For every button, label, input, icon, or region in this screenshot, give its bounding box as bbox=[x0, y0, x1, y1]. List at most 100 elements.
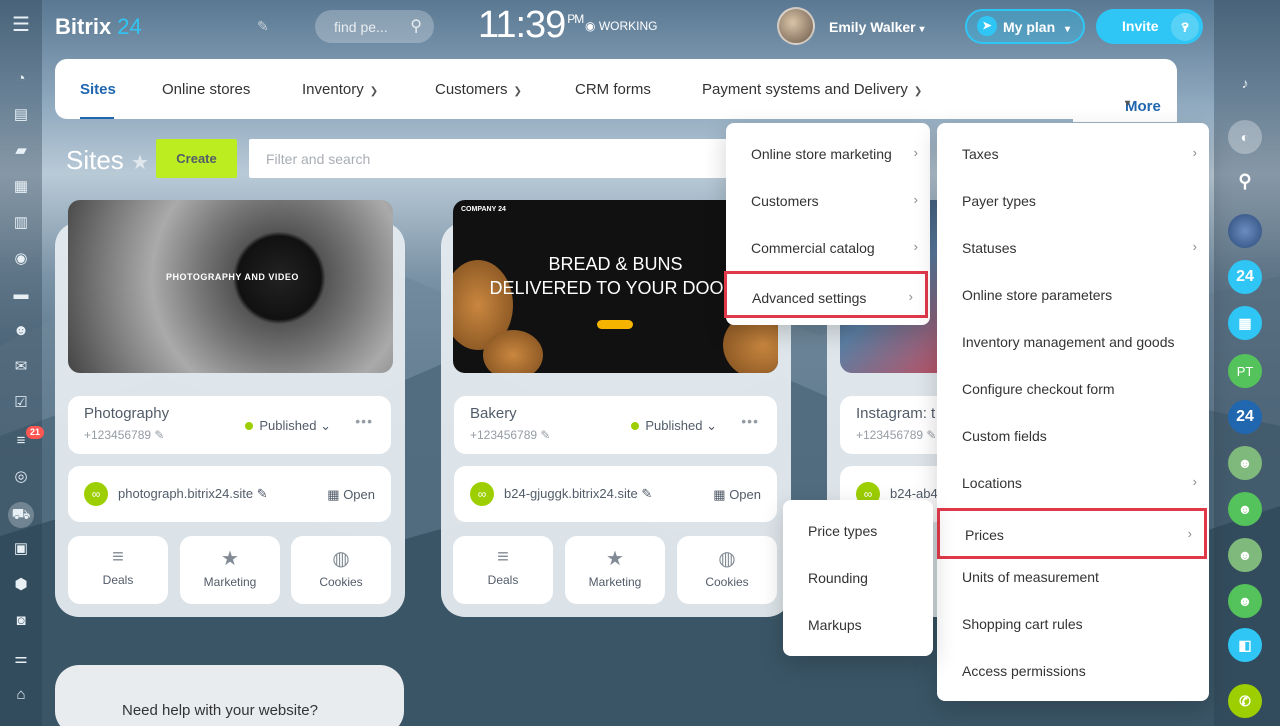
menu-item-rounding[interactable]: Rounding bbox=[783, 554, 933, 601]
menu-item-advanced-settings[interactable]: Advanced settings › bbox=[724, 271, 928, 318]
star-icon: ★ bbox=[606, 548, 624, 570]
prices-submenu: Price types Rounding Markups bbox=[783, 500, 933, 656]
menu-item-configure-checkout[interactable]: Configure checkout form bbox=[937, 365, 1209, 412]
menu-item-inventory-management[interactable]: Inventory management and goods bbox=[937, 318, 1209, 365]
tab-sites[interactable]: Sites bbox=[80, 81, 116, 98]
site-phone[interactable]: +123456789 ✎ bbox=[84, 428, 164, 442]
feed-icon[interactable]: ◔ bbox=[11, 68, 31, 88]
site-url-panel: ∞ photograph.bitrix24.site ✎ ▦ Open bbox=[68, 466, 391, 522]
chat-icon[interactable]: ▰ bbox=[11, 140, 31, 160]
menu-item-prices[interactable]: Prices › bbox=[937, 508, 1207, 559]
logo[interactable]: Bitrix 24 bbox=[55, 14, 142, 40]
menu-item-commercial-catalog[interactable]: Commercial catalog › bbox=[726, 224, 930, 271]
status-dropdown[interactable]: Published ⌄ bbox=[245, 418, 331, 434]
open-site-button[interactable]: ▦ Open bbox=[327, 487, 375, 503]
cookies-tile[interactable]: ◍ Cookies bbox=[677, 536, 777, 604]
deals-tile[interactable]: ≡ Deals bbox=[453, 536, 553, 604]
more-actions-icon[interactable]: ••• bbox=[355, 413, 373, 429]
open-lines-icon[interactable]: ◧ bbox=[1228, 628, 1262, 662]
calendar-icon[interactable]: ▦ bbox=[1228, 306, 1262, 340]
marketing-tile[interactable]: ★ Marketing bbox=[180, 536, 280, 604]
help-card[interactable]: Need help with your website? bbox=[55, 665, 404, 726]
bitrix24-chat-icon[interactable]: 24 bbox=[1228, 400, 1262, 434]
tab-crm-forms[interactable]: CRM forms bbox=[575, 81, 651, 98]
site-thumbnail[interactable]: PHOTOGRAPHY AND VIDEO bbox=[68, 200, 393, 373]
status-dropdown[interactable]: Published ⌄ bbox=[631, 418, 717, 434]
cart-icon[interactable]: ⛟ bbox=[8, 502, 34, 528]
menu-item-custom-fields[interactable]: Custom fields bbox=[937, 412, 1209, 459]
rocket-icon: ➤ bbox=[977, 16, 997, 36]
contacts-icon[interactable]: ☻ bbox=[11, 320, 31, 340]
search-icon[interactable]: ⚲ bbox=[1228, 164, 1262, 198]
bank-icon[interactable]: ⌂ bbox=[11, 684, 31, 704]
menu-item-price-types[interactable]: Price types bbox=[783, 507, 933, 554]
site-name: Instagram: t bbox=[856, 405, 936, 422]
menu-item-markups[interactable]: Markups bbox=[783, 601, 933, 648]
funnel-icon: ≡ bbox=[497, 546, 509, 568]
bitrix24-icon[interactable]: 24 bbox=[1228, 260, 1262, 294]
menu-item-online-store-marketing[interactable]: Online store marketing › bbox=[726, 130, 930, 177]
menu-item-online-store-parameters[interactable]: Online store parameters bbox=[937, 271, 1209, 318]
search-input[interactable]: find pe... ⚲ bbox=[315, 10, 434, 43]
group-chat-icon[interactable]: ☻ bbox=[1228, 584, 1262, 618]
target-icon[interactable]: ◎ bbox=[11, 466, 31, 486]
bot-icon[interactable]: ◉ bbox=[11, 248, 31, 268]
group-chat-icon[interactable]: ☻ bbox=[1228, 538, 1262, 572]
tab-online-stores[interactable]: Online stores bbox=[162, 81, 250, 98]
tab-customers[interactable]: Customers ❯ bbox=[435, 81, 522, 98]
menu-item-customers[interactable]: Customers › bbox=[726, 177, 930, 224]
chat-bubble-icon[interactable]: ◐ bbox=[1228, 120, 1262, 154]
box-icon[interactable]: ⬢ bbox=[11, 574, 31, 594]
mail-icon[interactable]: ✉ bbox=[11, 356, 31, 376]
working-status[interactable]: ◉ WORKING bbox=[585, 19, 657, 33]
bell-icon[interactable]: ♪ bbox=[1228, 66, 1262, 100]
link-icon: ∞ bbox=[84, 482, 108, 506]
open-site-button[interactable]: ▦ Open bbox=[713, 487, 761, 503]
active-tab-underline bbox=[80, 117, 114, 119]
my-plan-button[interactable]: ➤ My plan ▾ bbox=[965, 9, 1085, 44]
edit-logo-icon[interactable]: ✎ bbox=[257, 18, 269, 35]
funnel-icon: ≡ bbox=[112, 546, 124, 568]
more-actions-icon[interactable]: ••• bbox=[741, 413, 759, 429]
calendar-icon[interactable]: ▦ bbox=[11, 176, 31, 196]
tab-inventory[interactable]: Inventory ❯ bbox=[302, 81, 378, 98]
user-menu[interactable]: Emily Walker ▾ bbox=[829, 19, 925, 35]
help-icon[interactable]: ? bbox=[1171, 13, 1199, 41]
group-chat-icon[interactable]: ☻ bbox=[1228, 492, 1262, 526]
id-card-icon[interactable]: ▣ bbox=[11, 538, 31, 558]
documents-icon[interactable]: ▥ bbox=[11, 212, 31, 232]
checklist-icon[interactable]: ☑ bbox=[11, 392, 31, 412]
drive-icon[interactable]: ▬ bbox=[11, 284, 31, 304]
group-chat-icon[interactable]: ☻ bbox=[1228, 446, 1262, 480]
phone-icon[interactable]: ✆ bbox=[1228, 684, 1262, 718]
menu-item-taxes[interactable]: Taxes › bbox=[937, 130, 1209, 177]
site-name: Photography bbox=[84, 405, 170, 422]
menu-icon[interactable]: ☰ bbox=[11, 14, 31, 36]
pt-avatar[interactable]: PT bbox=[1228, 354, 1262, 388]
menu-item-locations[interactable]: Locations › bbox=[937, 459, 1209, 506]
tasks-icon[interactable]: ▤ bbox=[11, 104, 31, 124]
create-button[interactable]: Create bbox=[156, 139, 237, 178]
menu-item-statuses[interactable]: Statuses › bbox=[937, 224, 1209, 271]
menu-item-units-of-measurement[interactable]: Units of measurement bbox=[937, 553, 1209, 600]
site-url[interactable]: b24-gjuggk.bitrix24.site ✎ bbox=[504, 486, 652, 502]
filter-search-input[interactable]: Filter and search bbox=[249, 139, 729, 178]
star-icon[interactable]: ★ bbox=[131, 152, 149, 174]
clock[interactable]: 11:39 PM bbox=[478, 4, 584, 47]
tab-payment-delivery[interactable]: Payment systems and Delivery ❯ bbox=[702, 81, 922, 98]
cookies-tile[interactable]: ◍ Cookies bbox=[291, 536, 391, 604]
site-url[interactable]: b24-ab4 bbox=[890, 486, 938, 501]
deals-tile[interactable]: ≡ Deals bbox=[68, 536, 168, 604]
settings-sliders-icon[interactable]: ⚌ bbox=[11, 648, 31, 668]
site-url[interactable]: photograph.bitrix24.site ✎ bbox=[118, 486, 268, 502]
menu-item-access-permissions[interactable]: Access permissions bbox=[937, 647, 1209, 694]
robot-icon[interactable]: ◙ bbox=[11, 610, 31, 630]
marketing-tile[interactable]: ★ Marketing bbox=[565, 536, 665, 604]
user-avatar[interactable] bbox=[777, 7, 815, 45]
tab-more[interactable]: More ▾ bbox=[1073, 64, 1177, 122]
site-phone[interactable]: +123456789 ✎ bbox=[856, 428, 936, 442]
menu-item-shopping-cart-rules[interactable]: Shopping cart rules bbox=[937, 600, 1209, 647]
group-avatar[interactable] bbox=[1228, 214, 1262, 248]
site-phone[interactable]: +123456789 ✎ bbox=[470, 428, 550, 442]
menu-item-payer-types[interactable]: Payer types bbox=[937, 177, 1209, 224]
